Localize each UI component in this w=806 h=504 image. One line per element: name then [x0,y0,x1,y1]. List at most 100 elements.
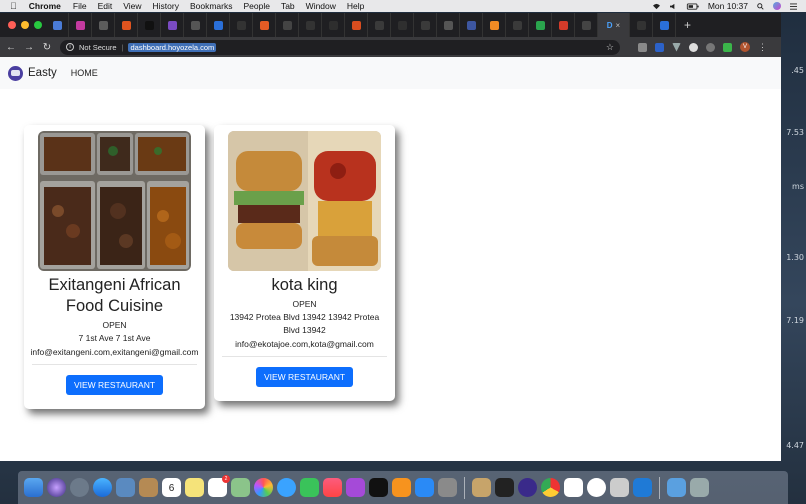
bookmark-star-icon[interactable]: ☆ [606,42,614,53]
browser-tab[interactable] [161,13,184,37]
keychain-icon[interactable] [472,478,491,497]
volume-icon[interactable] [669,3,678,10]
reminders-icon[interactable]: 2 [208,475,230,497]
view-restaurant-button[interactable]: VIEW RESTAURANT [255,367,354,387]
system-preferences-icon[interactable] [438,478,457,497]
back-arrow-icon[interactable]: ← [6,42,16,53]
vscode-icon[interactable] [633,478,652,497]
info-icon[interactable]: i [66,43,74,51]
browser-tab[interactable] [69,13,92,37]
browser-tab[interactable] [391,13,414,37]
browser-tab[interactable] [230,13,253,37]
downloads-folder-icon[interactable] [667,478,686,497]
url-omnibox[interactable]: i Not Secure | dashboard.hoyozela.com ☆ [60,39,620,55]
browser-tab[interactable] [138,13,161,37]
reload-icon[interactable]: ↻ [42,42,52,53]
slack-icon[interactable] [564,478,583,497]
browser-tab[interactable] [460,13,483,37]
tv-icon[interactable] [369,478,388,497]
books-icon[interactable] [392,478,411,497]
siri-icon[interactable] [773,2,781,10]
notes-icon[interactable] [185,478,204,497]
vue-devtools-icon[interactable] [672,42,681,52]
tab-favicon-icon [558,20,568,30]
browser-tab[interactable] [483,13,506,37]
wifi-icon[interactable] [652,3,661,10]
browser-tab[interactable] [368,13,391,37]
browser-tab[interactable] [414,13,437,37]
browser-tab[interactable] [276,13,299,37]
browser-tab[interactable] [115,13,138,37]
active-browser-tab[interactable]: D × [598,13,630,37]
browser-tab[interactable] [630,13,653,37]
browser-tab[interactable] [253,13,276,37]
extension-icon[interactable] [689,42,698,52]
terminal-icon[interactable] [495,478,514,497]
maximize-window-icon[interactable] [34,21,42,29]
profile-avatar[interactable]: V [740,42,750,52]
shield-extension-icon[interactable] [655,42,664,52]
browser-tab[interactable] [322,13,345,37]
app-icon[interactable] [610,478,629,497]
menu-edit[interactable]: Edit [98,1,113,11]
view-restaurant-button[interactable]: VIEW RESTAURANT [65,375,164,395]
browser-tab[interactable] [345,13,368,37]
browser-tab[interactable] [506,13,529,37]
menu-history[interactable]: History [153,1,179,11]
browser-menu-icon[interactable]: ⋮ [758,42,767,53]
extension-icon[interactable] [723,42,732,52]
menu-help[interactable]: Help [347,1,364,11]
calendar-icon[interactable]: 6 [162,478,181,497]
extension-icon[interactable] [706,42,715,52]
menu-people[interactable]: People [243,1,269,11]
spotlight-search-icon[interactable] [756,2,765,10]
app-store-icon[interactable] [415,478,434,497]
siri-app-icon[interactable] [47,478,66,497]
browser-tab[interactable] [184,13,207,37]
browser-tab[interactable] [437,13,460,37]
menu-window[interactable]: Window [306,1,336,11]
browser-tab[interactable] [46,13,69,37]
browser-tab[interactable] [92,13,115,37]
preview-icon[interactable] [116,478,135,497]
close-tab-icon[interactable]: × [616,21,621,30]
menu-app-name[interactable]: Chrome [29,1,61,11]
close-window-icon[interactable] [8,21,16,29]
browser-tab[interactable] [575,13,598,37]
app-icon[interactable] [587,478,606,497]
chrome-icon[interactable] [541,478,560,497]
new-tab-icon[interactable]: + [684,18,691,32]
music-icon[interactable] [323,478,342,497]
contacts-icon[interactable] [139,478,158,497]
browser-tab[interactable] [299,13,322,37]
menu-bookmarks[interactable]: Bookmarks [190,1,233,11]
trash-icon[interactable] [690,478,709,497]
browser-tab[interactable] [653,13,676,37]
forward-arrow-icon[interactable]: → [24,42,34,53]
launchpad-icon[interactable] [70,478,89,497]
maps-icon[interactable] [231,478,250,497]
menubar-clock[interactable]: Mon 10:37 [708,1,748,11]
photos-icon[interactable] [254,478,273,497]
url-text[interactable]: dashboard.hoyozela.com [128,42,217,52]
safari-icon[interactable] [93,478,112,497]
apple-menu-icon[interactable]:  [10,1,17,11]
menu-tab[interactable]: Tab [281,1,295,11]
browser-tab[interactable] [529,13,552,37]
battery-icon[interactable] [686,2,700,10]
extension-icon[interactable] [638,42,647,52]
finder-icon[interactable] [24,478,43,497]
minimize-window-icon[interactable] [21,21,29,29]
restaurant-name: Exitangeni African Food Cuisine [48,276,181,315]
messages-icon[interactable] [277,478,296,497]
facetime-icon[interactable] [300,478,319,497]
browser-tab[interactable] [207,13,230,37]
nav-home-link[interactable]: HOME [71,68,98,78]
brand[interactable]: Easty [8,65,57,81]
menu-file[interactable]: File [73,1,87,11]
notification-center-icon[interactable] [789,2,798,10]
browser-tab[interactable] [552,13,575,37]
menu-view[interactable]: View [123,1,141,11]
app-icon[interactable] [518,478,537,497]
podcasts-icon[interactable] [346,478,365,497]
